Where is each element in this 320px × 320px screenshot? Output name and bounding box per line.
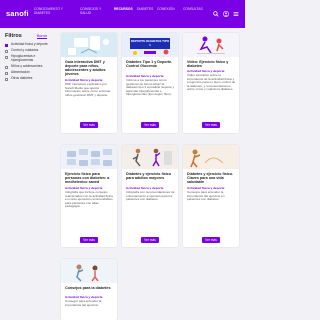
card-title[interactable]: Diabetes Tipo 1 y Deporte. Control Gluce… <box>126 60 175 68</box>
see-more-button[interactable]: Ver más <box>141 122 159 128</box>
nav-item-consultas[interactable]: Consultas <box>183 7 205 12</box>
see-more-button[interactable]: Ver más <box>202 122 220 128</box>
see-more-button[interactable]: Ver más <box>202 237 220 243</box>
card-description: PDF interactivo explicativo por Sanofi M… <box>65 82 112 97</box>
nav-item-diabetes[interactable]: Diabetes <box>137 7 155 12</box>
see-more-button[interactable]: Ver más <box>141 237 159 243</box>
card-image <box>61 33 117 57</box>
reset-filters-link[interactable]: Borrar <box>37 34 47 38</box>
menu-icon[interactable] <box>233 11 239 17</box>
resource-card: Ejercicio físico para personas con diabe… <box>61 145 117 247</box>
card-description: Consejos para entender la importancia de… <box>65 299 102 307</box>
card-image <box>183 145 239 169</box>
card-image <box>61 145 117 169</box>
nav-item-conocimiento[interactable]: Conocimiento y diabetes <box>34 7 64 15</box>
card-image <box>122 145 178 169</box>
card-title[interactable]: Guía interactiva DMT y deporte para niño… <box>65 60 114 76</box>
filter-control[interactable]: Control y cuidados <box>5 48 52 53</box>
card-title[interactable]: Video: Ejercicio físico y diabetes <box>187 60 236 68</box>
resource-card: Consejos para la diabetes Actividad físi… <box>61 259 117 320</box>
filters-sidebar: Filtros Borrar Actividad física y deport… <box>5 33 52 83</box>
card-image <box>183 33 239 57</box>
resource-card: Video: Ejercicio físico y diabetes Activ… <box>183 33 239 133</box>
filter-actividad[interactable]: Actividad física y deporte <box>5 42 52 47</box>
card-description: Video educativo sobre la importancia de … <box>187 73 236 92</box>
checkbox-icon[interactable] <box>5 77 8 81</box>
see-more-button[interactable]: Ver más <box>80 237 98 243</box>
checkbox-icon[interactable] <box>5 49 8 53</box>
card-description: Consejos para entender la importancia de… <box>187 190 225 202</box>
card-description: Infografía con recomendaciones de entren… <box>126 190 175 202</box>
filter-hipoglucemias[interactable]: Hipoglucemias e hiperglucemias <box>5 54 52 63</box>
see-more-button[interactable]: Ver más <box>80 122 98 128</box>
card-image: DEPORTE DIABETES TIPO 1 <box>122 33 178 57</box>
filter-alimentacion[interactable]: Alimentación <box>5 70 52 75</box>
card-title[interactable]: Diabetes y ejercicio físico para adultos… <box>126 172 175 180</box>
top-navigation-bar: sanofi Conocimiento y diabetes Consejos … <box>0 0 245 28</box>
card-description: Informa a los pacientes cómo gestionar d… <box>126 78 175 97</box>
nav-item-consejos[interactable]: Consejos y salud <box>80 7 102 15</box>
nav-item-recursos[interactable]: Recursos <box>114 7 134 12</box>
resource-card: Diabetes y ejercicio físico para adultos… <box>122 145 178 247</box>
user-icon[interactable] <box>223 11 229 17</box>
checkbox-icon[interactable] <box>5 65 8 69</box>
resource-card: DEPORTE DIABETES TIPO 1 Diabetes Tipo 1 … <box>122 33 178 133</box>
sanofi-logo[interactable]: sanofi <box>6 9 29 18</box>
checkbox-icon[interactable] <box>5 43 8 47</box>
card-description: Infografía que incluye consejos relacion… <box>65 190 113 209</box>
nav-item-conexion[interactable]: Conexión <box>157 7 175 12</box>
checkbox-icon[interactable] <box>5 55 8 59</box>
card-image <box>61 259 117 283</box>
filter-ninos[interactable]: Niños y adolescentes <box>5 64 52 69</box>
search-icon[interactable] <box>213 11 219 17</box>
resource-card: Guía interactiva DMT y deporte para niño… <box>61 33 117 133</box>
card-title[interactable]: Consejos para la diabetes <box>65 286 114 290</box>
filter-list: Actividad física y deporte Control y cui… <box>5 42 52 81</box>
checkbox-icon[interactable] <box>5 71 8 75</box>
filter-otros[interactable]: Otros diabetes <box>5 76 52 81</box>
card-title[interactable]: Ejercicio físico para personas con diabe… <box>65 172 114 184</box>
resource-card: Diabetes y ejercicio físico. Claves para… <box>183 145 239 247</box>
card-title[interactable]: Diabetes y ejercicio físico. Claves para… <box>187 172 236 184</box>
